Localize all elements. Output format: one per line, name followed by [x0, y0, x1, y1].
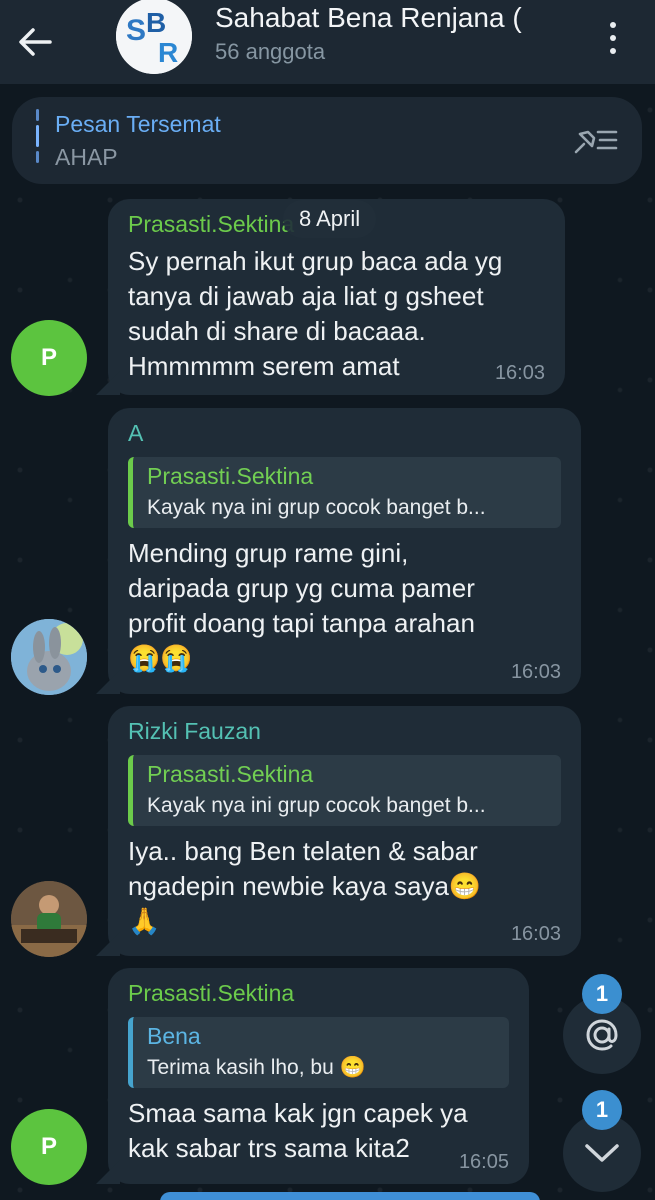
sender-name[interactable]: A [128, 420, 561, 447]
user-avatar-image [11, 619, 87, 695]
message-line: 😭😭 [128, 643, 193, 673]
pinned-list-icon[interactable] [572, 124, 620, 156]
chat-title-block[interactable]: Sahabat Bena Renjana ( 56 anggota [215, 2, 565, 65]
chat-header: S B R Sahabat Bena Renjana ( 56 anggota [0, 0, 655, 84]
kebab-dot-icon [610, 22, 616, 28]
pinned-title: Pesan Tersemat [55, 111, 221, 137]
avatar[interactable] [11, 881, 87, 957]
message-line: kak sabar trs sama kita2 [128, 1133, 410, 1163]
user-avatar-image [11, 881, 87, 957]
pinned-text: AHAP [55, 144, 118, 170]
avatar[interactable]: P [11, 320, 87, 396]
message-line: Sy pernah ikut grup baca ada yg [128, 246, 503, 276]
message-time: 16:03 [510, 661, 561, 683]
message-time: 16:03 [494, 362, 545, 384]
avatar-initial: P [40, 344, 57, 371]
back-button[interactable] [0, 0, 70, 84]
member-count: 56 anggota [215, 39, 326, 64]
pinned-indicator [36, 109, 39, 167]
kebab-dot-icon [610, 48, 616, 54]
message-line: Iya.. bang Ben telaten & sabar [128, 836, 478, 866]
message-text: Iya.. bang Ben telaten & sabar ngadepin … [128, 834, 561, 939]
message-bubble[interactable]: Prasasti.Sektina Bena Terima kasih lho, … [96, 968, 529, 1184]
sender-name[interactable]: Prasasti.Sektina [128, 980, 509, 1007]
reply-sender: Prasasti.Sektina [147, 761, 314, 787]
reply-text: Kayak nya ini grup cocok banget b... [147, 794, 486, 817]
message-text: Mending grup rame gini, daripada grup yg… [128, 536, 561, 676]
date-chip: 8 April [283, 200, 377, 238]
chat-title: Sahabat Bena Renjana ( [215, 2, 522, 33]
message-line: Smaa sama kak jgn capek ya [128, 1098, 468, 1128]
reply-text: Kayak nya ini grup cocok banget b... [147, 496, 486, 519]
reply-sender: Bena [147, 1023, 201, 1049]
unread-count-badge: 1 [582, 1090, 622, 1130]
message-time: 16:05 [458, 1151, 509, 1173]
at-sign-icon [586, 1019, 618, 1051]
reply-text: Terima kasih lho, bu 😁 [147, 1056, 366, 1079]
reply-sender: Prasasti.Sektina [147, 463, 314, 489]
message-line: tanya di jawab aja liat g gsheet [128, 281, 484, 311]
svg-text:B: B [146, 7, 166, 38]
arrow-left-icon [19, 28, 52, 56]
sender-name[interactable]: Rizki Fauzan [128, 718, 561, 745]
group-avatar[interactable]: S B R [116, 0, 192, 74]
mention-count-badge: 1 [582, 974, 622, 1014]
reply-quote[interactable]: Prasasti.Sektina Kayak nya ini grup coco… [128, 457, 561, 528]
reply-quote[interactable]: Prasasti.Sektina Kayak nya ini grup coco… [128, 755, 561, 826]
outgoing-message-peek [160, 1192, 540, 1200]
pinned-message-bar[interactable]: Pesan Tersemat AHAP [12, 97, 642, 184]
group-logo: S B R [116, 0, 192, 74]
message-line: daripada grup yg cuma pamer [128, 573, 475, 603]
more-options-button[interactable] [601, 18, 625, 58]
message-line: Mending grup rame gini, [128, 538, 409, 568]
message-line: profit doang tapi tanpa arahan [128, 608, 475, 638]
message-line: 🙏 [128, 906, 161, 936]
message-bubble[interactable]: Rizki Fauzan Prasasti.Sektina Kayak nya … [96, 706, 581, 956]
avatar[interactable] [11, 619, 87, 695]
message-line: sudah di share di bacaaa. [128, 316, 426, 346]
message-line: ngadepin newbie kaya saya😁 [128, 871, 482, 901]
message-bubble[interactable]: A Prasasti.Sektina Kayak nya ini grup co… [96, 408, 581, 694]
kebab-dot-icon [610, 35, 616, 41]
svg-text:R: R [158, 37, 178, 68]
message-time: 16:03 [510, 923, 561, 945]
message-text: Smaa sama kak jgn capek ya kak sabar trs… [128, 1096, 509, 1166]
svg-text:S: S [126, 14, 146, 47]
avatar-initial: P [40, 1133, 57, 1160]
avatar[interactable]: P [11, 1109, 87, 1185]
message-line: Hmmmmm serem amat [128, 351, 400, 381]
reply-quote[interactable]: Bena Terima kasih lho, bu 😁 [128, 1017, 509, 1088]
chevron-down-icon [585, 1144, 619, 1162]
message-text: Sy pernah ikut grup baca ada yg tanya di… [128, 244, 545, 384]
